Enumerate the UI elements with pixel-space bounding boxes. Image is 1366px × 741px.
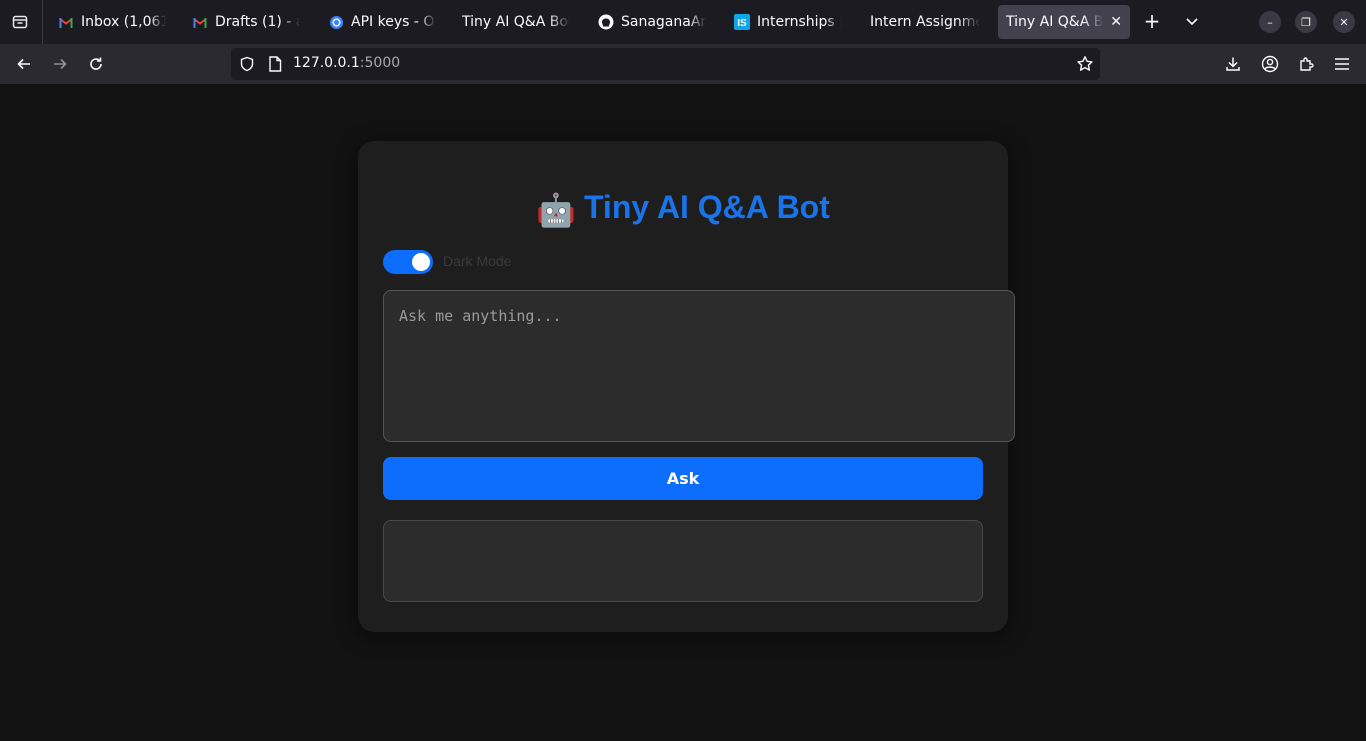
url-bar[interactable]: 127.0.0.1:5000 — [231, 48, 1100, 80]
extensions-icon[interactable] — [1294, 52, 1318, 76]
tab-label: Drafts (1) - am — [215, 14, 300, 30]
tab-label: SanaganaAmr — [621, 14, 706, 30]
tab-label: API keys - Ope — [351, 14, 436, 30]
url-text[interactable]: 127.0.0.1:5000 — [293, 55, 400, 71]
reload-icon[interactable] — [84, 52, 108, 76]
shield-icon[interactable] — [239, 56, 255, 76]
openai-icon — [328, 14, 344, 30]
minimize-icon[interactable]: – — [1259, 11, 1281, 33]
hamburger-menu-icon[interactable] — [1330, 52, 1354, 76]
toggle-knob — [412, 253, 430, 271]
back-arrow-icon[interactable] — [12, 52, 36, 76]
ask-button[interactable]: Ask — [383, 457, 983, 500]
tab-label: Tiny AI Q&A Bot — [462, 14, 570, 30]
page-title-text: Tiny AI Q&A Bot — [583, 189, 830, 225]
restore-icon[interactable]: ❐ — [1295, 11, 1317, 33]
gmail-icon — [192, 14, 208, 30]
bookmark-star-icon[interactable] — [1076, 55, 1094, 77]
robot-icon: 🤖 — [536, 192, 576, 228]
bot-card: 🤖 Tiny AI Q&A Bot Dark Mode Ask — [358, 141, 1015, 632]
github-icon — [598, 14, 614, 30]
url-port: :5000 — [359, 55, 401, 71]
chevron-down-icon[interactable] — [1180, 10, 1204, 34]
close-tab-icon[interactable]: ✕ — [1110, 14, 1122, 30]
close-window-icon[interactable]: ✕ — [1333, 11, 1355, 33]
forward-arrow-icon[interactable] — [48, 52, 72, 76]
question-input[interactable] — [383, 290, 1015, 442]
tab-label: Internships | J — [757, 14, 842, 30]
tab-intern-assignment[interactable]: Intern Assignmen — [862, 5, 988, 39]
tab-tiny-ai-bot[interactable]: Tiny AI Q&A Bot — [454, 5, 578, 39]
answer-box — [383, 520, 983, 602]
page-title: 🤖 Tiny AI Q&A Bot — [358, 189, 1008, 229]
page-viewport: 🤖 Tiny AI Q&A Bot Dark Mode Ask — [0, 84, 1366, 741]
tab-label: Intern Assignmen — [870, 14, 980, 30]
tab-api-keys[interactable]: API keys - Ope — [320, 5, 444, 39]
gmail-icon — [58, 14, 74, 30]
internshala-icon: IS — [734, 14, 750, 30]
svg-text:IS: IS — [737, 18, 747, 29]
account-icon[interactable] — [1258, 52, 1282, 76]
tab-label: Tiny AI Q&A Bo — [1006, 14, 1104, 30]
nav-bar: 127.0.0.1:5000 — [0, 44, 1366, 84]
tab-bar: Inbox (1,061) - Drafts (1) - am API keys… — [0, 0, 1366, 44]
download-icon[interactable] — [1221, 52, 1245, 76]
tab-drafts[interactable]: Drafts (1) - am — [184, 5, 308, 39]
tab-active[interactable]: Tiny AI Q&A Bo ✕ — [998, 5, 1130, 39]
dark-mode-toggle[interactable] — [383, 250, 433, 274]
tab-inbox[interactable]: Inbox (1,061) - — [50, 5, 174, 39]
firefox-view-icon[interactable] — [6, 8, 34, 36]
tab-internships[interactable]: IS Internships | J — [726, 5, 850, 39]
dark-mode-label: Dark Mode — [443, 253, 512, 269]
tab-github[interactable]: SanaganaAmr — [590, 5, 714, 39]
tab-bar-divider — [42, 0, 43, 44]
url-host: 127.0.0.1 — [293, 55, 360, 71]
tab-label: Inbox (1,061) - — [81, 14, 166, 30]
page-icon[interactable] — [268, 56, 282, 76]
new-tab-icon[interactable]: + — [1140, 10, 1164, 34]
